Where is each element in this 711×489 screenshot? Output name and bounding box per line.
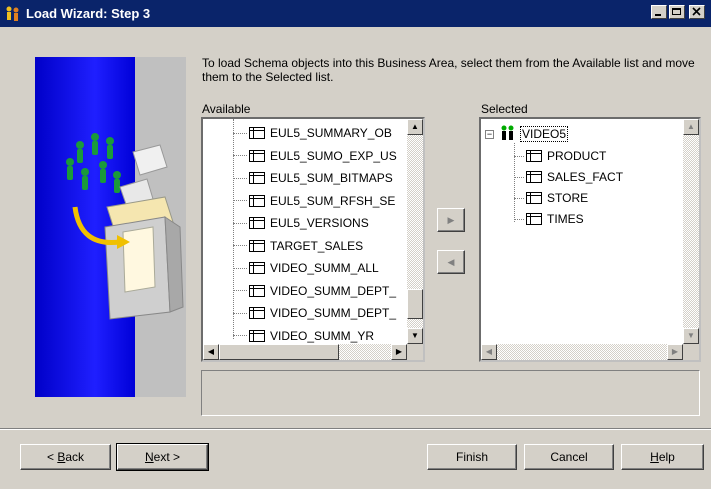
instructions-text: To load Schema objects into this Busines… [202,56,695,84]
available-item-label: VIDEO_SUMM_ALL [270,261,379,275]
table-icon [526,192,542,204]
selected-item-label: TIMES [547,212,584,226]
available-item-label: EUL5_SUM_BITMAPS [270,171,393,185]
table-icon [249,284,265,297]
selected-item[interactable]: TIMES [514,208,584,230]
available-hscroll[interactable]: ◀ ▶ [203,344,407,360]
title-bar: Load Wizard: Step 3 [0,0,711,27]
available-item-label: VIDEO_SUMM_DEPT_ [270,283,397,298]
scroll-right-icon[interactable]: ▶ [391,344,407,360]
business-area-icon [500,125,516,144]
available-item[interactable]: TARGET_SALES [233,235,363,257]
separator [0,428,711,430]
selected-item[interactable]: PRODUCT [514,145,606,167]
table-icon [249,194,265,207]
table-icon [249,149,265,162]
available-item[interactable]: EUL5_SUM_RFSH_SE [233,190,395,212]
available-item-label: EUL5_VERSIONS [270,216,369,230]
available-item-label: VIDEO_SUMM_DEPT_ [270,306,397,320]
selected-vscroll[interactable]: ▲ ▼ [683,119,699,344]
selected-item-label: STORE [547,191,589,205]
maximize-icon[interactable] [669,5,685,19]
move-right-button[interactable]: ▶ [437,208,465,232]
wizard-app-icon [4,5,22,23]
scroll-down-icon[interactable]: ▼ [407,328,423,344]
selected-list[interactable]: − VIDEO5 PRODUCT SALES_FACT STORE TIMES ▲ ▼… [479,117,701,362]
finish-button[interactable]: Finish [427,444,517,470]
selected-item[interactable]: SALES_FACT [514,166,623,188]
tree-root[interactable]: − VIDEO5 [485,123,569,145]
available-item[interactable]: VIDEO_SUMM_DEPT_ [233,280,396,302]
available-item[interactable]: EUL5_VERSIONS [233,212,369,234]
scroll-up-icon[interactable]: ▲ [407,119,423,135]
selected-item-label: PRODUCT [547,149,607,163]
selected-item-label: SALES_FACT [547,170,624,184]
table-icon [249,239,265,252]
available-item-label: EUL5_SUMMARY_OB [270,126,392,140]
scroll-left-icon[interactable]: ◀ [481,344,497,360]
scroll-up-icon[interactable]: ▲ [683,119,699,135]
minimize-icon[interactable] [651,5,667,19]
collapse-icon[interactable]: − [485,129,494,139]
available-item[interactable]: EUL5_SUMMARY_OB [233,122,392,144]
available-item[interactable]: VIDEO_SUMM_ALL [233,257,379,279]
table-icon [249,127,265,139]
available-item-label: TARGET_SALES [270,238,364,253]
table-icon [526,150,542,162]
available-vscroll[interactable]: ▲ ▼ [407,119,423,344]
available-item-label: VIDEO_SUMM_YR [270,328,375,343]
table-icon [526,171,542,183]
move-left-button[interactable]: ◀ [437,250,465,274]
table-icon [249,262,265,274]
table-icon [526,213,542,225]
available-item[interactable]: EUL5_SUMO_EXP_US [233,145,397,167]
available-label: Available [202,102,251,116]
available-item[interactable]: EUL5_SUM_BITMAPS [233,167,393,189]
available-item-label: EUL5_SUM_RFSH_SE [270,193,396,208]
available-item-label: EUL5_SUMO_EXP_US [270,148,397,163]
help-button[interactable]: Help [621,444,704,470]
scroll-left-icon[interactable]: ◀ [203,344,219,360]
table-icon [249,217,265,229]
back-button[interactable]: < Back [20,444,111,470]
next-button[interactable]: Next > [116,443,209,471]
table-icon [249,307,265,319]
table-icon [249,172,265,184]
arrow-left-icon: ◀ [447,256,455,267]
cancel-button[interactable]: Cancel [524,444,614,470]
scroll-thumb[interactable] [219,344,339,360]
selected-label: Selected [481,102,528,116]
table-icon [249,329,265,342]
selected-hscroll[interactable]: ◀ ▶ [481,344,683,360]
scroll-right-icon[interactable]: ▶ [667,344,683,360]
available-item[interactable]: VIDEO_SUMM_DEPT_ [233,302,396,324]
window-title: Load Wizard: Step 3 [26,6,151,21]
wizard-illustration [35,57,186,397]
arrow-right-icon: ▶ [447,214,455,225]
tree-root-label: VIDEO5 [520,126,569,142]
scroll-down-icon[interactable]: ▼ [683,328,699,344]
close-icon[interactable] [689,5,705,19]
message-area [201,370,700,416]
scroll-thumb[interactable] [407,289,423,319]
selected-item[interactable]: STORE [514,187,588,209]
available-list[interactable]: EUL5_SUMMARY_OB EUL5_SUMO_EXP_US EUL5_SUM_… [201,117,425,362]
